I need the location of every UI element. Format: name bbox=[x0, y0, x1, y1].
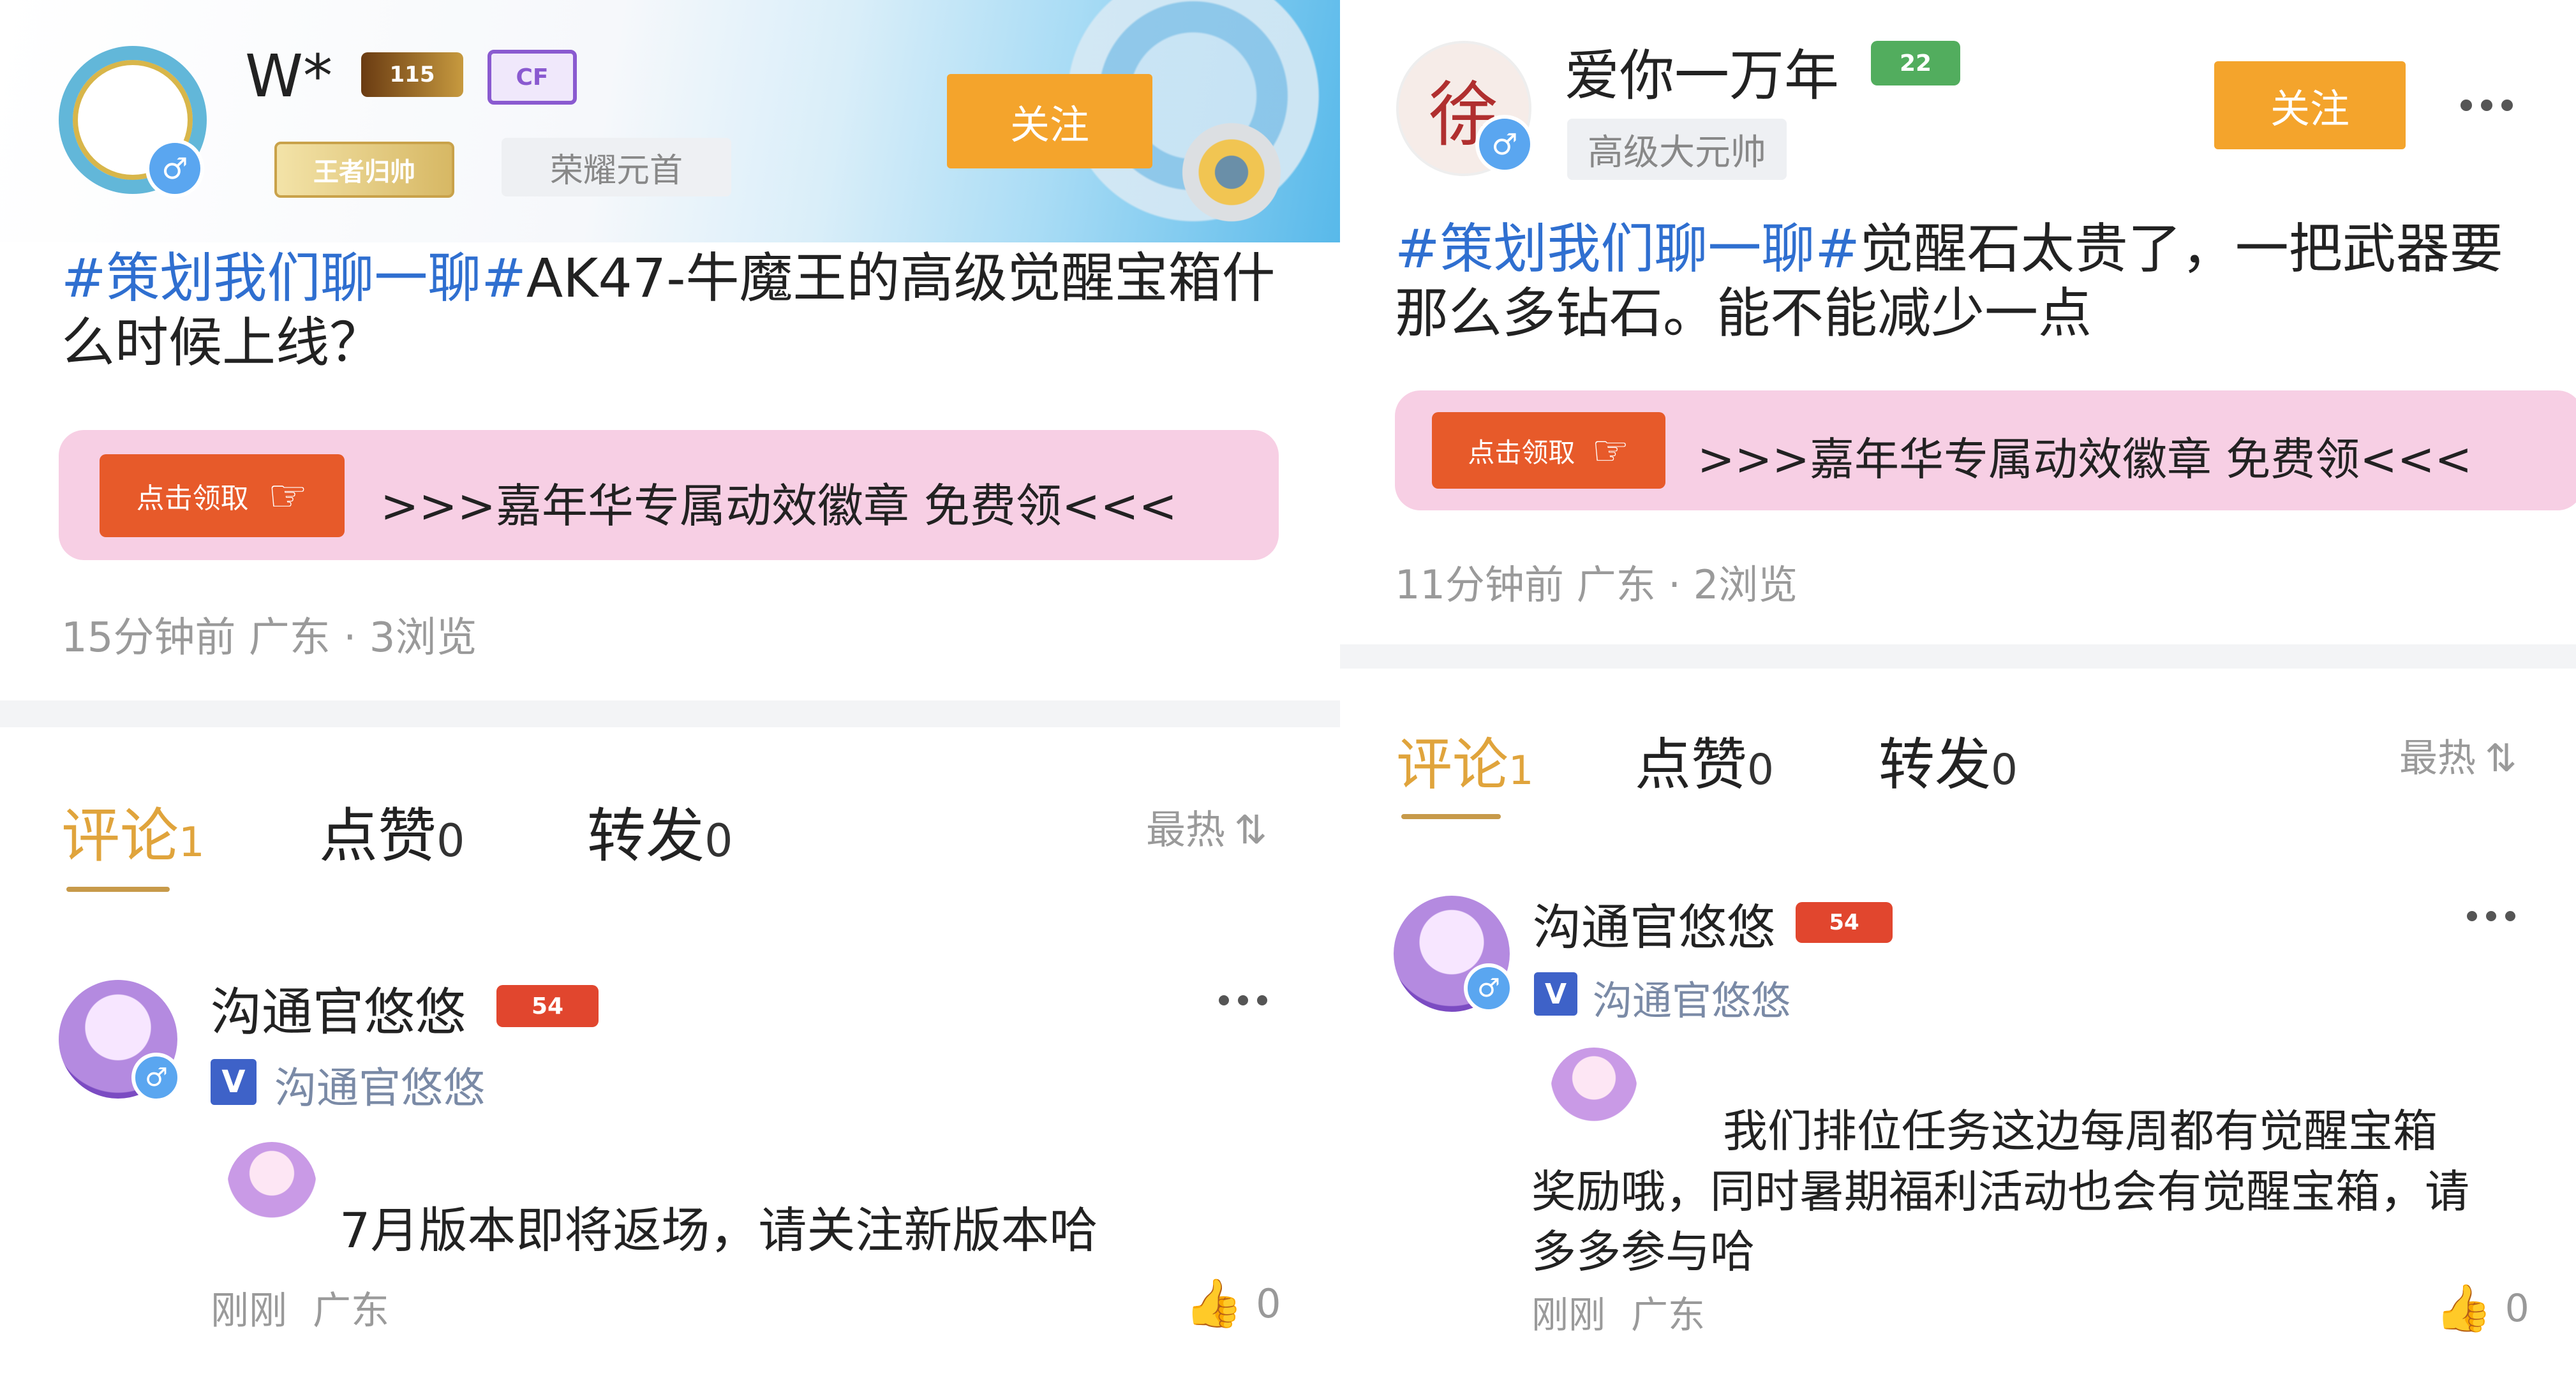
tab-count: 0 bbox=[1747, 745, 1775, 794]
hand-pointer-icon: ☞ bbox=[1591, 426, 1630, 475]
comment-location: 广东 bbox=[313, 1289, 389, 1333]
comment-text: 7月版本即将返场，请关注新版本哈 bbox=[339, 1202, 1098, 1259]
gear-decoration-icon bbox=[1174, 115, 1289, 230]
gender-male-icon: ♂ bbox=[1475, 115, 1534, 174]
tab-comments[interactable]: 评论1 bbox=[1396, 720, 1533, 801]
promo-text: >>>嘉年华专属动效徽章 免费领<<< bbox=[380, 479, 1177, 533]
author-level-badge: 115 bbox=[361, 52, 463, 97]
gender-male-icon: ♂ bbox=[145, 139, 204, 198]
comment-time-text: 刚刚 bbox=[1531, 1293, 1606, 1337]
more-icon[interactable] bbox=[2461, 100, 2513, 111]
author-name[interactable]: 爱你一万年 bbox=[1565, 31, 1839, 110]
comment-text: 我们排位任务这边每周都有觉醒宝箱奖励哦，同时暑期福利活动也会有觉醒宝箱，请多多参… bbox=[1531, 1105, 2469, 1278]
tab-count: 0 bbox=[436, 815, 465, 867]
sort-icon: ⇅ bbox=[2485, 736, 2517, 781]
post-content: #策划我们聊一聊#觉醒石太贵了，一把武器要那么多钻石。能不能减少一点 bbox=[1395, 217, 2531, 346]
post-panel-right: 徐 ♂ 爱你一万年 22 高级大元帅 关注 #策划我们聊一聊#觉醒石太贵了，一把… bbox=[1340, 0, 2576, 1378]
tab-count: 0 bbox=[704, 815, 733, 867]
promo-badge: 点击领取 ☞ bbox=[100, 454, 345, 537]
promo-badge-text: 点击领取 bbox=[1468, 436, 1575, 468]
tab-label: 转发 bbox=[1879, 732, 1992, 797]
verified-name: 沟通官悠悠 bbox=[274, 1063, 485, 1113]
post-meta: 15分钟前 广东 · 3浏览 bbox=[61, 614, 477, 662]
sort-toggle[interactable]: 最热 ⇅ bbox=[1146, 797, 1267, 855]
section-divider bbox=[0, 700, 1340, 727]
promo-badge: 点击领取 ☞ bbox=[1432, 412, 1665, 489]
gender-male-icon: ♂ bbox=[1464, 963, 1514, 1013]
like-count: 0 bbox=[1256, 1280, 1281, 1327]
comment-time-text: 刚刚 bbox=[211, 1289, 287, 1333]
cf-badge-icon: CF bbox=[488, 50, 577, 105]
promo-badge-text: 点击领取 bbox=[136, 482, 249, 515]
commenter-level-badge: 54 bbox=[496, 985, 599, 1027]
tab-comments[interactable]: 评论1 bbox=[61, 789, 205, 873]
topic-tag[interactable]: #策划我们聊一聊# bbox=[1395, 218, 1860, 280]
active-tab-indicator bbox=[66, 887, 170, 892]
tab-likes[interactable]: 点赞0 bbox=[1635, 720, 1774, 801]
promo-text: >>>嘉年华专属动效徽章 免费领<<< bbox=[1697, 433, 2473, 485]
section-divider bbox=[1340, 644, 2576, 669]
tab-label: 转发 bbox=[587, 802, 705, 870]
rank-badge-text: 王者归帅 bbox=[313, 158, 415, 187]
commenter-name[interactable]: 沟通官悠悠 bbox=[1533, 888, 1775, 958]
level-number: 54 bbox=[1829, 910, 1859, 935]
comment-time: 刚刚 广东 bbox=[211, 1280, 389, 1335]
post-meta: 11分钟前 广东 · 2浏览 bbox=[1395, 561, 1798, 608]
follow-button[interactable]: 关注 bbox=[947, 74, 1152, 168]
tab-label: 点赞 bbox=[319, 802, 437, 870]
gender-male-icon: ♂ bbox=[131, 1053, 181, 1102]
reply-sticker-avatar bbox=[227, 1142, 316, 1231]
level-number: 54 bbox=[531, 993, 564, 1019]
tab-label: 评论 bbox=[1396, 732, 1509, 797]
topic-tag[interactable]: #策划我们聊一聊# bbox=[61, 247, 526, 309]
post-content: #策划我们聊一聊#AK47-牛魔王的高级觉醒宝箱什么时候上线？ bbox=[61, 246, 1299, 375]
like-button[interactable]: 👍 0 bbox=[2435, 1281, 2529, 1335]
author-title-chip: 高级大元帅 bbox=[1567, 119, 1787, 180]
follow-button[interactable]: 关注 bbox=[2214, 61, 2406, 149]
verified-name: 沟通官悠悠 bbox=[1593, 977, 1791, 1024]
verified-icon: V bbox=[1534, 972, 1577, 1016]
hand-pointer-icon: ☞ bbox=[267, 470, 308, 522]
thumbs-up-icon: 👍 bbox=[1184, 1276, 1244, 1331]
sort-toggle[interactable]: 最热 ⇅ bbox=[2399, 727, 2517, 783]
tab-count: 0 bbox=[1991, 745, 2018, 794]
commenter-name[interactable]: 沟通官悠悠 bbox=[211, 971, 466, 1045]
tab-likes[interactable]: 点赞0 bbox=[319, 789, 465, 873]
more-icon[interactable] bbox=[1219, 995, 1267, 1005]
commenter-level-badge: 54 bbox=[1796, 902, 1893, 943]
level-number: 115 bbox=[389, 62, 435, 87]
comment-time: 刚刚 广东 bbox=[1531, 1285, 1705, 1338]
thumbs-up-icon: 👍 bbox=[2435, 1281, 2492, 1335]
tab-count: 1 bbox=[179, 819, 205, 866]
level-number: 22 bbox=[1899, 50, 1932, 77]
sort-label: 最热 bbox=[1146, 806, 1226, 853]
like-button[interactable]: 👍 0 bbox=[1184, 1276, 1281, 1331]
author-rank-badge: 王者归帅 bbox=[274, 142, 454, 198]
sort-icon: ⇅ bbox=[1234, 806, 1267, 853]
promo-banner[interactable]: 点击领取 ☞ >>>嘉年华专属动效徽章 免费领<<< bbox=[59, 430, 1279, 560]
more-icon[interactable] bbox=[2467, 911, 2515, 921]
active-tab-indicator bbox=[1401, 814, 1501, 819]
sort-label: 最热 bbox=[2399, 736, 2476, 781]
promo-banner[interactable]: 点击领取 ☞ >>>嘉年华专属动效徽章 免费领<<< bbox=[1395, 390, 2576, 510]
post-panel-left: ♂ W* 115 CF 王者归帅 荣耀元首 关注 #策划我们聊一聊#AK47-牛… bbox=[0, 0, 1340, 1378]
author-name[interactable]: W* bbox=[245, 42, 332, 110]
author-title-chip: 荣耀元首 bbox=[502, 138, 731, 196]
tab-shares[interactable]: 转发0 bbox=[1879, 720, 2018, 801]
verified-icon: V bbox=[211, 1059, 257, 1105]
tab-count: 1 bbox=[1508, 747, 1534, 794]
like-count: 0 bbox=[2505, 1285, 2529, 1331]
tab-label: 评论 bbox=[61, 802, 179, 870]
tab-shares[interactable]: 转发0 bbox=[587, 789, 733, 873]
tab-label: 点赞 bbox=[1635, 732, 1748, 797]
comment-location: 广东 bbox=[1631, 1293, 1706, 1337]
author-level-badge: 22 bbox=[1871, 41, 1960, 85]
